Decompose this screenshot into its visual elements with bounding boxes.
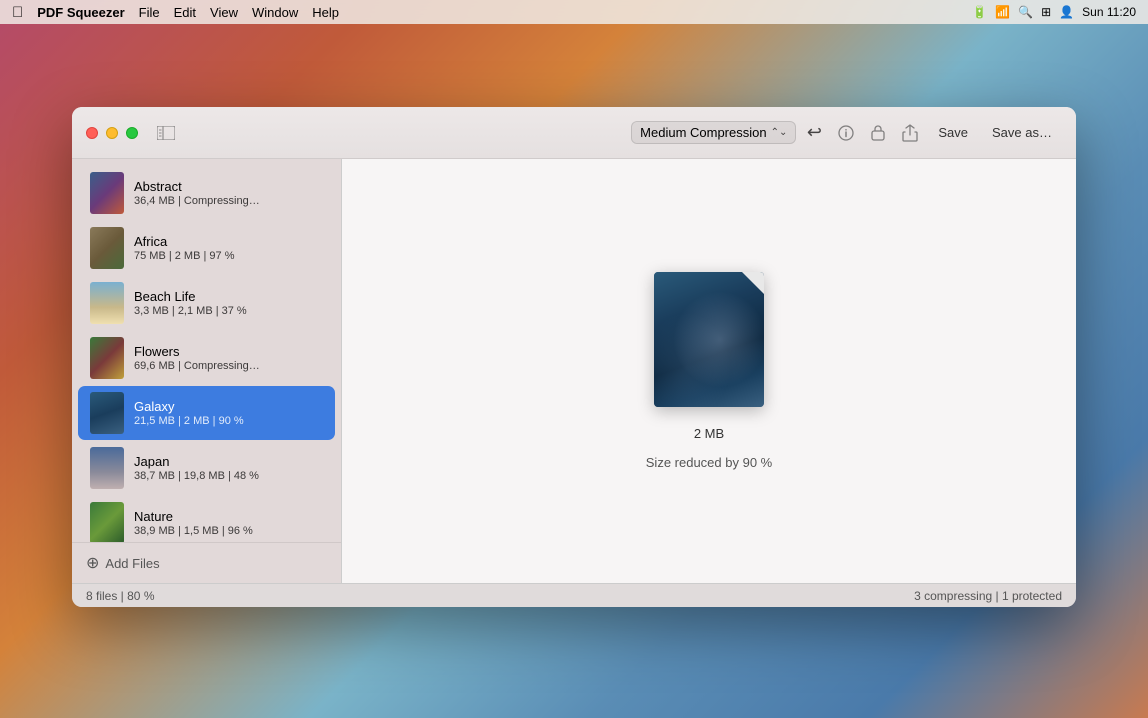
file-name: Galaxy xyxy=(134,399,244,414)
share-button[interactable] xyxy=(896,119,924,147)
file-info: Nature38,9 MB | 1,5 MB | 96 % xyxy=(134,509,253,537)
file-name: Abstract xyxy=(134,179,260,194)
file-thumbnail xyxy=(90,172,124,214)
user-icon[interactable]: 👤 xyxy=(1059,5,1074,19)
galaxy-thumbnail xyxy=(654,272,764,407)
app-name-menu[interactable]: PDF Squeezer xyxy=(37,5,124,20)
help-menu[interactable]: Help xyxy=(312,5,339,20)
pdf-preview-card xyxy=(654,272,764,407)
file-thumbnail xyxy=(90,227,124,269)
menubar-right: 🔋 📶 🔍 ⊞ 👤 Sun 11:20 xyxy=(972,5,1136,19)
window-body: Abstract36,4 MB | Compressing… Africa75 M… xyxy=(72,159,1076,583)
search-icon[interactable]: 🔍 xyxy=(1018,5,1033,19)
file-item[interactable]: Japan38,7 MB | 19,8 MB | 48 % xyxy=(78,441,335,495)
file-name: Nature xyxy=(134,509,253,524)
sidebar-toggle-button[interactable] xyxy=(152,122,180,144)
toolbar-right: Medium Compression ⌃⌄ ↩ xyxy=(631,119,1062,147)
file-info: Africa75 MB | 2 MB | 97 % xyxy=(134,234,234,262)
file-info: Flowers69,6 MB | Compressing… xyxy=(134,344,260,372)
file-info: Japan38,7 MB | 19,8 MB | 48 % xyxy=(134,454,259,482)
wifi-icon: 📶 xyxy=(995,5,1010,19)
file-name: Japan xyxy=(134,454,259,469)
file-thumbnail xyxy=(90,282,124,324)
add-files-button[interactable]: ⊕ Add Files xyxy=(72,542,341,583)
undo-button[interactable]: ↩ xyxy=(800,119,828,147)
file-menu[interactable]: File xyxy=(139,5,160,20)
preview-area: 2 MB Size reduced by 90 % xyxy=(646,272,772,470)
preview-reduction-text: Size reduced by 90 % xyxy=(646,455,772,470)
sidebar: Abstract36,4 MB | Compressing… Africa75 M… xyxy=(72,159,342,583)
statusbar: 8 files | 80 % 3 compressing | 1 protect… xyxy=(72,583,1076,607)
file-meta: 75 MB | 2 MB | 97 % xyxy=(134,250,234,262)
file-item[interactable]: Africa75 MB | 2 MB | 97 % xyxy=(78,221,335,275)
compression-label: Medium Compression xyxy=(640,125,766,140)
file-thumbnail xyxy=(90,447,124,489)
battery-icon: 🔋 xyxy=(972,5,987,19)
clock: Sun 11:20 xyxy=(1082,5,1136,19)
close-button[interactable] xyxy=(86,127,98,139)
file-item[interactable]: Nature38,9 MB | 1,5 MB | 96 % xyxy=(78,496,335,542)
file-meta: 38,7 MB | 19,8 MB | 48 % xyxy=(134,470,259,482)
traffic-lights xyxy=(86,127,138,139)
file-meta: 3,3 MB | 2,1 MB | 37 % xyxy=(134,305,247,317)
edit-menu[interactable]: Edit xyxy=(174,5,196,20)
maximize-button[interactable] xyxy=(126,127,138,139)
titlebar: Medium Compression ⌃⌄ ↩ xyxy=(72,107,1076,159)
save-as-button[interactable]: Save as… xyxy=(982,121,1062,144)
file-name: Beach Life xyxy=(134,289,247,304)
control-center-icon[interactable]: ⊞ xyxy=(1041,5,1051,19)
compression-chevron-icon: ⌃⌄ xyxy=(771,127,788,138)
file-thumbnail xyxy=(90,502,124,542)
add-icon: ⊕ xyxy=(86,553,99,573)
main-content: 2 MB Size reduced by 90 % xyxy=(342,159,1076,583)
file-meta: 21,5 MB | 2 MB | 90 % xyxy=(134,415,244,427)
preview-file-size: 2 MB xyxy=(694,426,724,441)
file-name: Africa xyxy=(134,234,234,249)
file-info: Abstract36,4 MB | Compressing… xyxy=(134,179,260,207)
file-meta: 38,9 MB | 1,5 MB | 96 % xyxy=(134,525,253,537)
file-meta: 36,4 MB | Compressing… xyxy=(134,195,260,207)
file-info: Galaxy21,5 MB | 2 MB | 90 % xyxy=(134,399,244,427)
apple-menu[interactable]:  xyxy=(12,4,23,21)
pdf-preview xyxy=(654,272,764,412)
status-files-count: 8 files | 80 % xyxy=(86,589,154,603)
info-button[interactable] xyxy=(832,119,860,147)
compression-dropdown[interactable]: Medium Compression ⌃⌄ xyxy=(631,121,796,144)
menubar-left:  PDF Squeezer File Edit View Window Hel… xyxy=(12,4,339,21)
minimize-button[interactable] xyxy=(106,127,118,139)
file-info: Beach Life3,3 MB | 2,1 MB | 37 % xyxy=(134,289,247,317)
file-item[interactable]: Abstract36,4 MB | Compressing… xyxy=(78,166,335,220)
save-button[interactable]: Save xyxy=(928,121,978,144)
file-thumbnail xyxy=(90,392,124,434)
file-list: Abstract36,4 MB | Compressing… Africa75 M… xyxy=(72,159,341,542)
file-name: Flowers xyxy=(134,344,260,359)
sidebar-toggle-icon xyxy=(157,126,175,140)
file-item[interactable]: Flowers69,6 MB | Compressing… xyxy=(78,331,335,385)
menubar:  PDF Squeezer File Edit View Window Hel… xyxy=(0,0,1148,24)
file-item[interactable]: Galaxy21,5 MB | 2 MB | 90 % xyxy=(78,386,335,440)
window-menu[interactable]: Window xyxy=(252,5,298,20)
file-meta: 69,6 MB | Compressing… xyxy=(134,360,260,372)
add-files-label: Add Files xyxy=(105,556,159,571)
info-icon xyxy=(838,125,854,141)
share-icon xyxy=(902,124,918,142)
file-thumbnail xyxy=(90,337,124,379)
view-menu[interactable]: View xyxy=(210,5,238,20)
app-window: Medium Compression ⌃⌄ ↩ xyxy=(72,107,1076,607)
status-compressing: 3 compressing | 1 protected xyxy=(914,589,1062,603)
lock-button[interactable] xyxy=(864,119,892,147)
file-item[interactable]: Beach Life3,3 MB | 2,1 MB | 37 % xyxy=(78,276,335,330)
lock-icon xyxy=(870,124,886,141)
